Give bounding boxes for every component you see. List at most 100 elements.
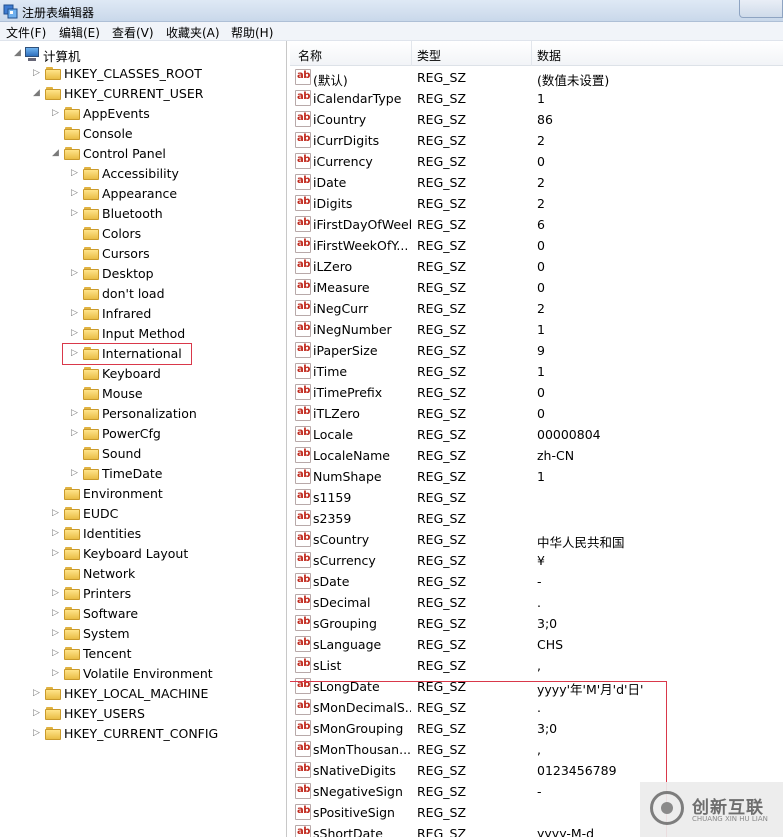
menu-help[interactable]: 帮助(H) xyxy=(231,24,273,41)
tree-node[interactable]: ▷ Bluetooth xyxy=(0,204,286,224)
expand-arrow-icon[interactable]: ▷ xyxy=(51,549,60,558)
values-list[interactable]: 名称 类型 数据 ab (默认) REG_SZ (数值未设置) ab iCalendarT… xyxy=(290,41,783,837)
value-row[interactable]: ab sCurrency REG_SZ ¥ xyxy=(290,550,783,571)
expand-arrow-icon[interactable]: ▷ xyxy=(51,109,60,118)
expand-arrow-icon[interactable]: ▷ xyxy=(51,529,60,538)
expand-arrow-icon[interactable]: ▷ xyxy=(70,189,79,198)
value-row[interactable]: ab s1159 REG_SZ xyxy=(290,487,783,508)
expand-arrow-icon[interactable]: ▷ xyxy=(70,269,79,278)
expand-arrow-icon[interactable]: ▷ xyxy=(70,329,79,338)
tree-node[interactable]: ▷ Input Method xyxy=(0,324,286,344)
close-button[interactable] xyxy=(739,0,783,18)
expand-arrow-icon[interactable]: ▷ xyxy=(70,169,79,178)
value-row[interactable]: ab iTLZero REG_SZ 0 xyxy=(290,403,783,424)
tree-node[interactable]: ◢ 计算机 xyxy=(0,44,286,64)
expand-arrow-icon[interactable]: ▷ xyxy=(70,209,79,218)
tree-node[interactable]: ▷ TimeDate xyxy=(0,464,286,484)
tree-node[interactable]: ▷ Personalization xyxy=(0,404,286,424)
tree-node[interactable]: Environment xyxy=(0,484,286,504)
value-row[interactable]: ab sList REG_SZ, xyxy=(290,655,783,676)
value-row[interactable]: ab iNegCurr REG_SZ 2 xyxy=(290,298,783,319)
value-row[interactable]: ab sLanguage REG_SZ CHS xyxy=(290,634,783,655)
collapse-arrow-icon[interactable]: ◢ xyxy=(13,49,22,58)
value-row[interactable]: ab sDate REG_SZ - xyxy=(290,571,783,592)
menu-view[interactable]: 查看(V) xyxy=(112,24,154,41)
value-row[interactable]: ab iTime REG_SZ 1 xyxy=(290,361,783,382)
value-row[interactable]: ab iCurrDigits REG_SZ 2 xyxy=(290,130,783,151)
value-row[interactable]: ab sDecimal REG_SZ. xyxy=(290,592,783,613)
value-row[interactable]: ab iNegNumber REG_SZ 1 xyxy=(290,319,783,340)
expand-arrow-icon[interactable]: ▷ xyxy=(32,729,41,738)
expand-arrow-icon[interactable]: ▷ xyxy=(32,69,41,78)
tree-node[interactable]: ▷ HKEY_USERS xyxy=(0,704,286,724)
tree-node[interactable]: ▷ Appearance xyxy=(0,184,286,204)
column-header-type[interactable]: 类型 xyxy=(417,47,441,64)
menu-favorites[interactable]: 收藏夹(A) xyxy=(166,24,220,41)
tree-node[interactable]: ▷ PowerCfg xyxy=(0,424,286,444)
menu-edit[interactable]: 编辑(E) xyxy=(59,24,100,41)
value-row[interactable]: ab iDate REG_SZ 2 xyxy=(290,172,783,193)
tree-node[interactable]: Keyboard xyxy=(0,364,286,384)
expand-arrow-icon[interactable]: ▷ xyxy=(51,609,60,618)
tree-node[interactable]: ▷ Accessibility xyxy=(0,164,286,184)
value-row[interactable]: ab iFirstDayOfWeek REG_SZ 6 xyxy=(290,214,783,235)
tree-node[interactable]: ▷ HKEY_CLASSES_ROOT xyxy=(0,64,286,84)
value-row[interactable]: ab Locale REG_SZ 00000804 xyxy=(290,424,783,445)
tree-node[interactable]: ▷ Volatile Environment xyxy=(0,664,286,684)
value-row[interactable]: ab iCountry REG_SZ 86 xyxy=(290,109,783,130)
value-row[interactable]: ab iPaperSize REG_SZ 9 xyxy=(290,340,783,361)
tree-node[interactable]: ▷ Tencent xyxy=(0,644,286,664)
tree-node[interactable]: Sound xyxy=(0,444,286,464)
column-header-data[interactable]: 数据 xyxy=(537,47,561,64)
tree-node[interactable]: ▷ HKEY_CURRENT_CONFIG xyxy=(0,724,286,744)
tree-node[interactable]: Network xyxy=(0,564,286,584)
value-row[interactable]: ab iFirstWeekOfY... REG_SZ 0 xyxy=(290,235,783,256)
tree-node[interactable]: Cursors xyxy=(0,244,286,264)
value-row[interactable]: ab NumShape REG_SZ 1 xyxy=(290,466,783,487)
expand-arrow-icon[interactable]: ▷ xyxy=(51,629,60,638)
value-row[interactable]: ab (默认) REG_SZ (数值未设置) xyxy=(290,67,783,88)
tree-node[interactable]: ▷ Infrared xyxy=(0,304,286,324)
column-divider[interactable] xyxy=(531,41,532,66)
tree-node[interactable]: ▷ Keyboard Layout xyxy=(0,544,286,564)
tree-node[interactable]: ◢ Control Panel xyxy=(0,144,286,164)
tree-node[interactable]: ▷ EUDC xyxy=(0,504,286,524)
expand-arrow-icon[interactable]: ▷ xyxy=(70,309,79,318)
expand-arrow-icon[interactable]: ▷ xyxy=(32,689,41,698)
collapse-arrow-icon[interactable]: ◢ xyxy=(51,149,60,158)
tree-node[interactable]: ◢ HKEY_CURRENT_USER xyxy=(0,84,286,104)
tree-node[interactable]: Colors xyxy=(0,224,286,244)
expand-arrow-icon[interactable]: ▷ xyxy=(70,429,79,438)
value-row[interactable]: ab iLZero REG_SZ 0 xyxy=(290,256,783,277)
expand-arrow-icon[interactable]: ▷ xyxy=(70,409,79,418)
tree-node[interactable]: ▷ System xyxy=(0,624,286,644)
tree-node[interactable]: ▷ Software xyxy=(0,604,286,624)
expand-arrow-icon[interactable]: ▷ xyxy=(70,469,79,478)
value-row[interactable]: ab s2359 REG_SZ xyxy=(290,508,783,529)
tree-node[interactable]: ▷ HKEY_LOCAL_MACHINE xyxy=(0,684,286,704)
value-row[interactable]: ab iTimePrefix REG_SZ 0 xyxy=(290,382,783,403)
tree-node[interactable]: ▷ Desktop xyxy=(0,264,286,284)
tree-node[interactable]: Mouse xyxy=(0,384,286,404)
value-row[interactable]: ab iDigits REG_SZ 2 xyxy=(290,193,783,214)
value-row[interactable]: ab sGrouping REG_SZ 3;0 xyxy=(290,613,783,634)
tree-node[interactable]: ▷ Identities xyxy=(0,524,286,544)
value-row[interactable]: ab iCurrency REG_SZ 0 xyxy=(290,151,783,172)
tree-node[interactable]: don't load xyxy=(0,284,286,304)
expand-arrow-icon[interactable]: ▷ xyxy=(51,649,60,658)
value-row[interactable]: ab LocaleName REG_SZ zh-CN xyxy=(290,445,783,466)
value-row[interactable]: ab sCountry REG_SZ 中华人民共和国 xyxy=(290,529,783,550)
expand-arrow-icon[interactable]: ▷ xyxy=(51,669,60,678)
tree-node[interactable]: ▷ Printers xyxy=(0,584,286,604)
value-row[interactable]: ab iCalendarType REG_SZ 1 xyxy=(290,88,783,109)
tree-node[interactable]: ▷ AppEvents xyxy=(0,104,286,124)
column-header-name[interactable]: 名称 xyxy=(298,47,322,64)
tree-node[interactable]: Console xyxy=(0,124,286,144)
expand-arrow-icon[interactable]: ▷ xyxy=(51,589,60,598)
registry-tree[interactable]: ◢ 计算机 ▷ HKEY_CLASSES_ROOT ◢ HKEY_CURRENT_USER… xyxy=(0,41,287,837)
menu-file[interactable]: 文件(F) xyxy=(6,24,46,41)
value-row[interactable]: ab iMeasure REG_SZ 0 xyxy=(290,277,783,298)
collapse-arrow-icon[interactable]: ◢ xyxy=(32,89,41,98)
column-divider[interactable] xyxy=(411,41,412,66)
expand-arrow-icon[interactable]: ▷ xyxy=(32,709,41,718)
